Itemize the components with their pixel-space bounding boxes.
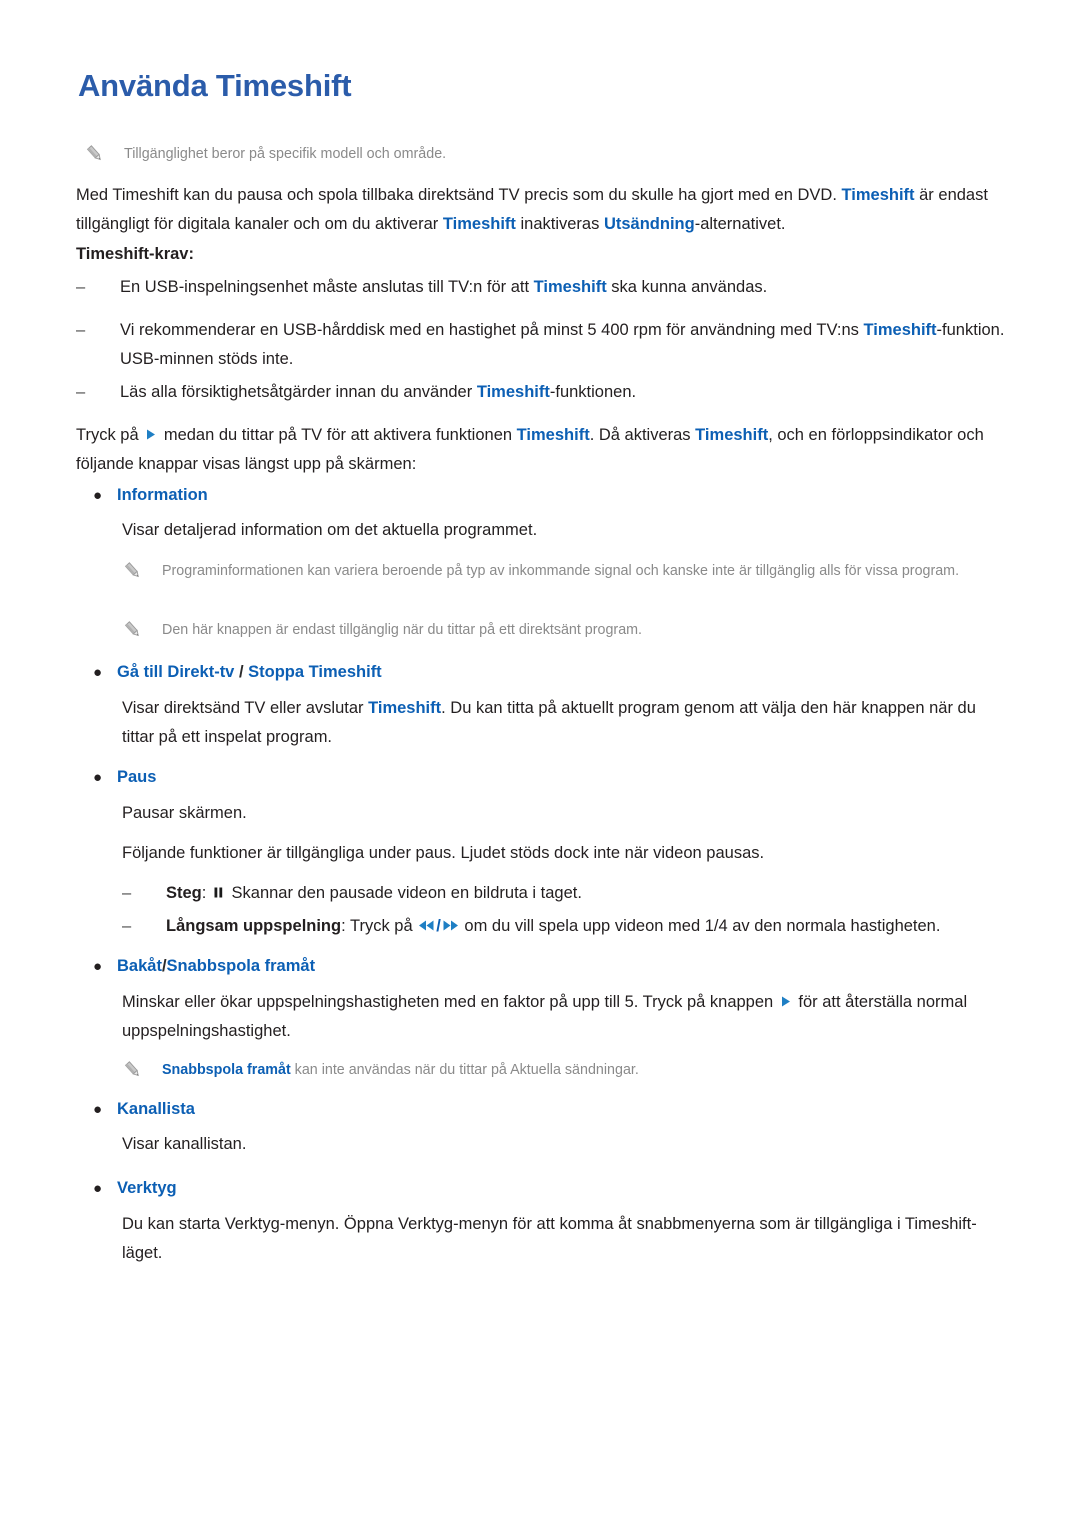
activation-text-3: . Då aktiveras <box>589 426 696 444</box>
bullet-dot-icon: ● <box>93 1180 103 1197</box>
note-availability: Tillgänglighet beror på specifik modell … <box>84 141 1004 167</box>
dash-bullet: – <box>76 321 86 339</box>
step-colon: : <box>201 884 211 902</box>
bullet-item-tools[interactable]: ● Verktyg <box>93 1174 1008 1203</box>
note-fast-forward-text: Snabbspola framåt kan inte användas när … <box>162 1057 1008 1083</box>
req3-highlight: Timeshift <box>476 383 550 401</box>
rewind-fastforward-description: Minskar eller ökar uppspelningshastighet… <box>122 988 1008 1046</box>
pause-subitem-step: – Steg: Skannar den pausade videon en bi… <box>122 879 1008 908</box>
slow-motion-text-a: Tryck på <box>349 917 418 935</box>
bullet-item-rewind-fastforward[interactable]: ● Bakåt/Snabbspola framåt <box>93 952 1008 981</box>
live-tv-label-a: Gå till Direkt-tv <box>117 663 235 681</box>
intro-text-1: Med Timeshift kan du pausa och spola til… <box>76 186 842 204</box>
play-icon <box>145 422 157 440</box>
intro-highlight-timeshift-2: Timeshift <box>442 215 516 233</box>
activation-paragraph: Tryck på medan du tittar på TV för att a… <box>76 421 1006 479</box>
bullet-label-channel-list: Kanallista <box>117 1100 195 1118</box>
document-page: Använda Timeshift Tillgänglighet beror p… <box>0 0 1080 1527</box>
bullet-dot-icon: ● <box>93 1101 103 1118</box>
rewind-desc-a: Minskar eller ökar uppspelningshastighet… <box>122 993 778 1011</box>
bullet-dot-icon: ● <box>93 664 103 681</box>
slow-motion-text-b: om du vill spela upp videon med 1/4 av d… <box>459 917 941 935</box>
requirements-heading: Timeshift-krav: <box>76 245 194 263</box>
pause-subitem-step-text: Steg: Skannar den pausade videon en bild… <box>166 879 1008 908</box>
bullet-label-pause: Paus <box>117 768 157 786</box>
requirement-item-1: – En USB-inspelningsenhet måste anslutas… <box>76 273 1006 302</box>
note-availability-text: Tillgänglighet beror på specifik modell … <box>124 146 447 162</box>
slow-motion-term: Långsam uppspelning <box>166 917 342 935</box>
pencil-icon <box>122 561 144 581</box>
req2-highlight: Timeshift <box>863 321 937 339</box>
pause-description-2: Följande funktioner är tillgängliga unde… <box>122 844 765 862</box>
live-tv-desc-highlight: Timeshift <box>368 699 442 717</box>
bullet-item-pause[interactable]: ● Paus <box>93 763 1008 792</box>
note-fast-forward: Snabbspola framåt kan inte användas när … <box>122 1057 1008 1083</box>
requirement-item-2: – Vi rekommenderar en USB-hårddisk med e… <box>76 316 1006 374</box>
slow-motion-colon: : <box>341 917 350 935</box>
intro-highlight-timeshift-1: Timeshift <box>841 186 915 204</box>
bullet-item-channel-list[interactable]: ● Kanallista <box>93 1095 1008 1124</box>
bullet-label-live-tv: Gå till Direkt-tv / Stoppa Timeshift <box>117 658 1008 687</box>
live-tv-label-b: Stoppa Timeshift <box>248 663 382 681</box>
req2-before: Vi rekommenderar en USB-hårddisk med en … <box>120 321 864 339</box>
req3-before: Läs alla försiktighetsåtgärder innan du … <box>120 383 477 401</box>
pause-subitem-slow-motion-text: Långsam uppspelning: Tryck på / om du vi… <box>166 912 1008 941</box>
note-live-only-text: Den här knappen är endast tillgänglig nä… <box>162 622 643 638</box>
step-term: Steg <box>166 884 202 902</box>
intro-highlight-utsandning: Utsändning <box>603 215 695 233</box>
live-tv-separator: / <box>234 663 249 681</box>
requirement-item-1-text: En USB-inspelningsenhet måste anslutas t… <box>120 273 1006 302</box>
bullet-dot-icon: ● <box>93 487 103 504</box>
pencil-icon <box>122 620 144 640</box>
note-program-info: Programinformationen kan variera beroend… <box>122 558 1008 584</box>
live-tv-desc-a: Visar direktsänd TV eller avslutar <box>122 699 369 717</box>
channel-list-description: Visar kanallistan. <box>122 1135 247 1153</box>
live-tv-description: Visar direktsänd TV eller avslutar Times… <box>122 694 1008 752</box>
play-icon <box>780 989 792 1007</box>
information-description: Visar detaljerad information om det aktu… <box>122 521 538 539</box>
tools-description: Du kan starta Verktyg-menyn. Öppna Verkt… <box>122 1215 977 1262</box>
requirement-item-3: – Läs alla försiktighetsåtgärder innan d… <box>76 378 1006 407</box>
bullet-label-tools: Verktyg <box>117 1179 177 1197</box>
intro-text-3: inaktiveras <box>515 215 604 233</box>
intro-paragraph: Med Timeshift kan du pausa och spola til… <box>76 181 1006 239</box>
pencil-icon <box>122 1060 144 1080</box>
requirement-item-3-text: Läs alla försiktighetsåtgärder innan du … <box>120 378 1006 407</box>
dash-bullet: – <box>122 917 132 935</box>
bullet-dot-icon: ● <box>93 958 103 975</box>
req1-before: En USB-inspelningsenhet måste anslutas t… <box>120 278 534 296</box>
requirement-item-2-text: Vi rekommenderar en USB-hårddisk med en … <box>120 316 1006 374</box>
bullet-item-information[interactable]: ● Information <box>93 481 1008 510</box>
activation-text-1: Tryck på <box>76 426 144 444</box>
rewind-label-a: Bakåt <box>117 957 162 975</box>
note-fast-forward-highlight: Snabbspola framåt <box>162 1062 291 1078</box>
activation-highlight-1: Timeshift <box>516 426 590 444</box>
pause-icon <box>213 880 224 898</box>
req1-after: ska kunna användas. <box>606 278 768 296</box>
activation-highlight-2: Timeshift <box>695 426 769 444</box>
bullet-dot-icon: ● <box>93 769 103 786</box>
dash-bullet: – <box>76 383 86 401</box>
fast-forward-icon <box>442 913 459 931</box>
dash-bullet: – <box>76 278 86 296</box>
pause-description-1: Pausar skärmen. <box>122 804 247 822</box>
activation-text-2: medan du tittar på TV för att aktivera f… <box>159 426 517 444</box>
page-title: Använda Timeshift <box>78 68 352 103</box>
pause-subitem-slow-motion: – Långsam uppspelning: Tryck på / om du … <box>122 912 1008 941</box>
rewind-icon <box>418 913 435 931</box>
rewind-label-b: Snabbspola framåt <box>166 957 316 975</box>
intro-text-4: -alternativet. <box>694 215 786 233</box>
step-text: Skannar den pausade videon en bildruta i… <box>226 884 582 902</box>
req1-highlight: Timeshift <box>533 278 607 296</box>
pencil-icon <box>84 144 106 164</box>
bullet-label-rewind-fastforward: Bakåt/Snabbspola framåt <box>117 952 1008 981</box>
note-program-info-text: Programinformationen kan variera beroend… <box>162 563 960 579</box>
bullet-label-information: Information <box>117 486 208 504</box>
dash-bullet: – <box>122 884 132 902</box>
slow-motion-slash: / <box>436 917 441 935</box>
note-live-only: Den här knappen är endast tillgänglig nä… <box>122 617 1008 643</box>
req3-after: -funktionen. <box>549 383 637 401</box>
bullet-item-live-tv[interactable]: ● Gå till Direkt-tv / Stoppa Timeshift <box>93 658 1008 687</box>
note-fast-forward-rest: kan inte användas när du tittar på Aktue… <box>290 1062 639 1078</box>
